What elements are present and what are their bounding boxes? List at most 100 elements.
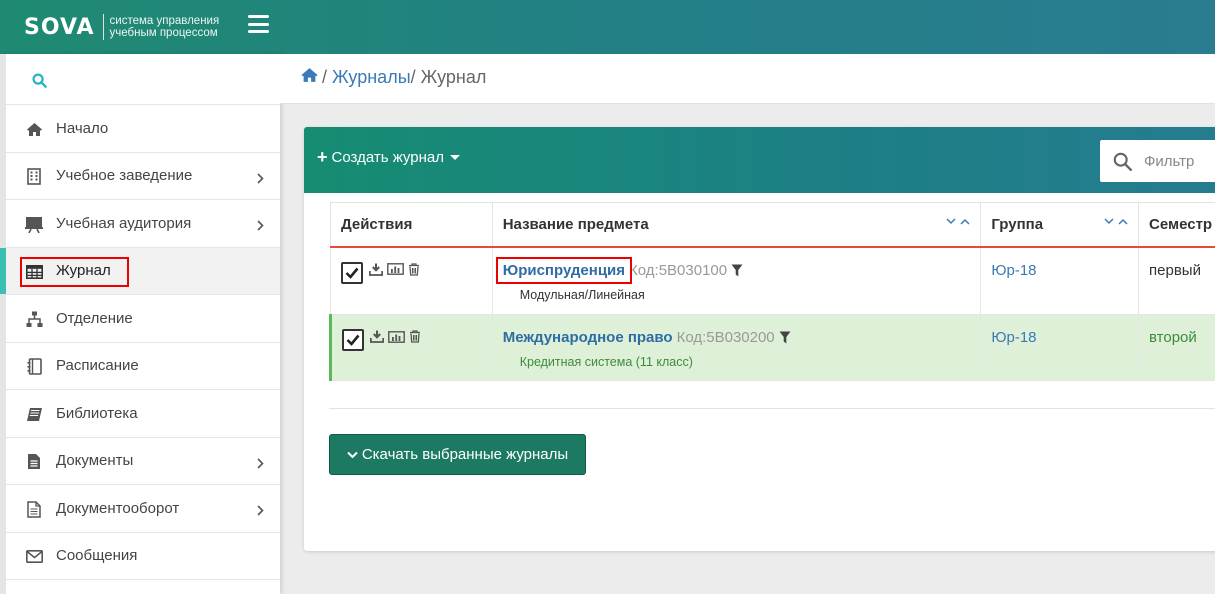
sidebar-item-journal[interactable]: Журнал [0, 247, 280, 295]
sidebar-item-label: Начало [56, 119, 109, 137]
menu-toggle-icon[interactable] [248, 15, 269, 33]
logo-separator [102, 14, 104, 40]
sidebar-item-label: Расписание [56, 357, 139, 375]
semester-cell: первый [1138, 246, 1215, 315]
table-row: Юриспруденция Код:5В030100 Модульная/Лин… [330, 246, 1215, 315]
filter-input[interactable] [1144, 152, 1215, 170]
divider [329, 408, 1215, 409]
sort-toggle[interactable] [1104, 218, 1128, 225]
caret-down-icon [449, 155, 460, 160]
subject-cell: Международное право Код:5В030200 Кредитн… [491, 314, 982, 381]
chevron-down-icon [946, 218, 956, 225]
breadcrumb: / Журналы / Журнал [300, 67, 486, 88]
sidebar-search[interactable] [6, 54, 280, 105]
chevron-down-icon [1104, 218, 1114, 225]
chevron-right-icon [257, 218, 264, 236]
filter-icon[interactable] [731, 264, 743, 277]
file-outline-icon [25, 500, 43, 518]
sidebar-item-label: Библиотека [56, 404, 138, 422]
sidebar-item-messages[interactable]: Сообщения [6, 533, 280, 580]
trash-icon[interactable] [409, 330, 421, 343]
chevron-right-icon [257, 456, 264, 474]
plus-icon: + [317, 147, 328, 167]
sidebar-item-schedule[interactable]: Расписание [6, 343, 280, 390]
breadcrumb-bar: / Журналы / Журнал [280, 54, 1215, 104]
semester-value: второй [1149, 329, 1197, 346]
download-icon[interactable] [369, 263, 383, 276]
education-system: Кредитная система (11 класс) [519, 355, 693, 369]
semester-cell: второй [1138, 314, 1215, 381]
subject-cell: Юриспруденция Код:5В030100 Модульная/Лин… [491, 246, 982, 315]
logo-word: SOVA [24, 14, 95, 40]
chevron-right-icon [257, 171, 264, 189]
download-selected-button[interactable]: Скачать выбранные журналы [329, 434, 586, 475]
breadcrumb-current: Журнал [420, 67, 487, 87]
sidebar-item-label: Отделение [56, 309, 133, 327]
group-link[interactable]: Юр-18 [991, 262, 1036, 279]
home-icon[interactable] [300, 67, 319, 88]
chevron-up-icon [960, 218, 970, 225]
envelope-icon [25, 548, 43, 566]
journal-table: Действия Название предмета Группа Семест… [329, 202, 1215, 381]
logo-tagline-line2: учебным процессом [109, 27, 218, 39]
filter-icon[interactable] [779, 331, 791, 344]
download-selected-label: Скачать выбранные журналы [361, 446, 569, 463]
sidebar: Начало Учебное заведение Учебная аудитор… [0, 54, 280, 594]
journal-card: + Создать журнал Действия Название предм… [304, 127, 1215, 551]
column-header-group[interactable]: Группа [980, 202, 1140, 248]
chevron-down-icon [347, 451, 358, 458]
annotation-highlight-box [495, 256, 632, 284]
actions-cell [330, 246, 493, 315]
chevron-up-icon [1118, 218, 1128, 225]
group-cell: Юр-18 [980, 314, 1140, 381]
bar-chart-icon[interactable] [387, 263, 404, 275]
sidebar-item-label: Сообщения [56, 547, 138, 565]
sidebar-item-institution[interactable]: Учебное заведение [6, 153, 280, 200]
search-icon[interactable] [32, 73, 47, 88]
sort-toggle[interactable] [946, 218, 970, 225]
sidebar-item-library[interactable]: Библиотека [6, 390, 280, 438]
create-journal-button[interactable]: + Создать журнал [317, 147, 460, 167]
create-journal-label: Создать журнал [331, 149, 444, 166]
annotation-highlight-box [20, 256, 129, 287]
column-header-semester[interactable]: Семестр [1138, 202, 1215, 248]
column-header-subject[interactable]: Название предмета [491, 202, 982, 248]
filter-box [1100, 140, 1215, 182]
card-toolbar: + Создать журнал [304, 127, 1215, 193]
subject-link[interactable]: Международное право [503, 329, 673, 346]
checkmark-icon [345, 267, 359, 279]
top-bar: SOVA система управления учебным процессо… [0, 0, 1215, 54]
book-icon [25, 405, 43, 423]
subject-code: Код:5В030100 [629, 261, 728, 279]
sidebar-item-home[interactable]: Начало [6, 105, 280, 153]
search-icon [1113, 152, 1132, 171]
bar-chart-icon[interactable] [388, 330, 405, 343]
row-checkbox[interactable] [342, 329, 364, 351]
trash-icon[interactable] [408, 262, 420, 276]
sidebar-item-label: Документооборот [56, 499, 180, 517]
group-link[interactable]: Юр-18 [991, 329, 1036, 346]
chevron-right-icon [257, 503, 264, 521]
sidebar-item-documents[interactable]: Документы [6, 438, 280, 485]
sidebar-item-label: Учебная аудитория [56, 214, 192, 232]
sidebar-item-department[interactable]: Отделение [6, 295, 280, 343]
sidebar-item-label: Документы [56, 452, 134, 470]
checkmark-icon [346, 334, 360, 346]
download-icon[interactable] [370, 330, 384, 343]
file-text-icon [25, 453, 43, 471]
subject-code: Код:5В030200 [676, 329, 775, 346]
notebook-icon [25, 358, 43, 376]
sidebar-item-docflow[interactable]: Документооборот [6, 485, 280, 533]
logo[interactable]: SOVA система управления учебным процессо… [24, 10, 219, 44]
home-icon [25, 120, 43, 138]
sidebar-item-label: Учебное заведение [56, 167, 193, 185]
semester-value: первый [1149, 261, 1201, 279]
breadcrumb-journals[interactable]: Журналы [332, 67, 411, 88]
group-cell: Юр-18 [980, 246, 1140, 315]
logo-tagline-line1: система управления [109, 15, 220, 27]
column-header-actions: Действия [330, 202, 493, 248]
row-checkbox[interactable] [341, 261, 363, 284]
sidebar-item-classroom[interactable]: Учебная аудитория [6, 200, 280, 248]
education-system: Модульная/Линейная [519, 287, 645, 302]
table-row: Международное право Код:5В030200 Кредитн… [329, 314, 1215, 381]
